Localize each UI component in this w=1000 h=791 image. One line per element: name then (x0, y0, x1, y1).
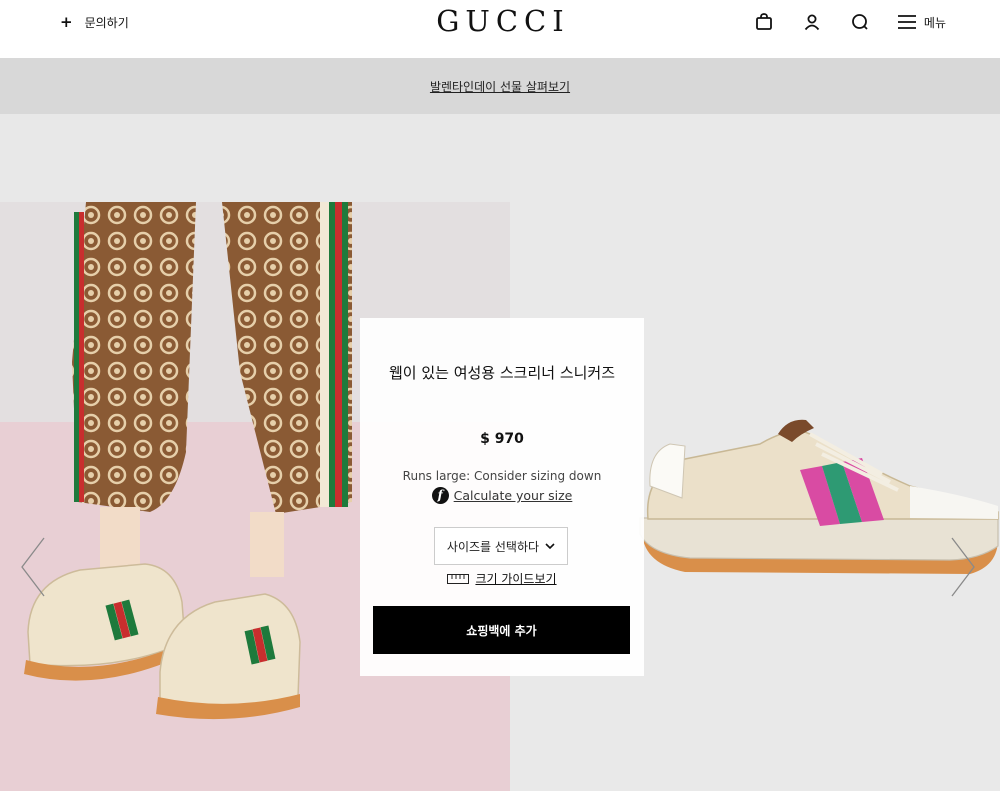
chevron-right-icon (951, 537, 975, 597)
shopping-bag-icon[interactable] (754, 12, 774, 32)
chevron-down-icon (545, 542, 555, 549)
user-icon[interactable] (802, 12, 822, 32)
menu-button[interactable]: 메뉴 (897, 14, 946, 31)
site-header: + 문의하기 GUCCI 메뉴 (0, 0, 1000, 58)
size-select-label: 사이즈를 선택하다 (446, 539, 540, 554)
product-card: 웹이 있는 여성용 스크리너 스니커즈 $ 970 Runs large: Co… (360, 318, 644, 676)
next-image-button[interactable] (948, 536, 978, 598)
size-guide-link[interactable]: 크기 가이드보기 (475, 570, 556, 587)
menu-label: 메뉴 (923, 15, 946, 30)
calculate-size-link[interactable]: Calculate your size (454, 488, 573, 503)
prev-image-button[interactable] (18, 536, 48, 598)
size-guide: 크기 가이드보기 (360, 570, 644, 587)
header-actions: 메뉴 (754, 12, 946, 32)
promo-bar: 발렌타인데이 선물 살펴보기 (0, 58, 1000, 114)
product-price: $ 970 (480, 431, 524, 447)
product-title: 웹이 있는 여성용 스크리너 스니커즈 (388, 364, 616, 382)
calculate-size: f Calculate your size (360, 487, 644, 504)
fit-finder-icon: f (431, 487, 449, 504)
promo-link[interactable]: 발렌타인데이 선물 살펴보기 (430, 78, 570, 95)
size-select[interactable]: 사이즈를 선택하다 (434, 527, 568, 565)
add-to-bag-button[interactable]: 쇼핑백에 추가 (373, 606, 630, 654)
search-icon[interactable] (850, 12, 870, 32)
hamburger-icon (897, 15, 916, 29)
ruler-icon (447, 573, 470, 584)
fit-note: Runs large: Consider sizing down (402, 469, 602, 483)
chevron-left-icon (21, 537, 45, 597)
